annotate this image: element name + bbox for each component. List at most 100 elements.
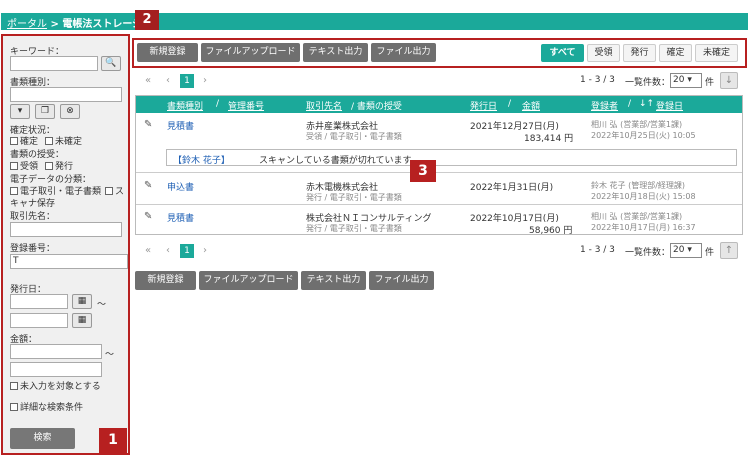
filter-unconfirmed[interactable]: 未確定	[695, 44, 738, 62]
memo-box: 【鈴木 花子】 スキャンしている書類が切れています。	[166, 149, 737, 166]
row-amount: 183,414 円	[524, 134, 574, 144]
edit-icon[interactable]: ✎	[144, 180, 152, 191]
callout-1: 1	[99, 428, 127, 453]
confirm-checkbox[interactable]: 確定	[10, 134, 38, 147]
row-doctype[interactable]: 申込書	[167, 180, 194, 193]
col-mgmt[interactable]: 管理番号	[228, 99, 264, 112]
row-amount: 58,960 円	[529, 226, 573, 236]
row-sub: 発行 / 電子取引・電子書類	[306, 193, 402, 202]
sort-icon[interactable]: ↓↑	[639, 99, 654, 109]
col-registrant[interactable]: 登録者	[591, 99, 618, 112]
callout-3: 3	[410, 160, 436, 182]
per-page-select[interactable]: 20 ▾	[670, 73, 702, 88]
row-sub: 発行 / 電子取引・電子書類	[306, 224, 402, 233]
include-empty-checkbox[interactable]: 未入力を対象とする	[10, 379, 101, 392]
first-page-icon[interactable]: «	[145, 245, 151, 256]
file-export-button[interactable]: ファイル出力	[369, 271, 434, 290]
arrow-down-icon[interactable]: ↓	[720, 72, 738, 89]
text-export-button[interactable]: テキスト出力	[303, 43, 368, 62]
unconfirm-checkbox[interactable]: 未確定	[45, 134, 82, 147]
col-partner[interactable]: 取引先名	[306, 99, 342, 112]
upload-button[interactable]: ファイルアップロード	[199, 271, 298, 290]
per-page-label: 一覧件数：	[625, 78, 671, 88]
new-button[interactable]: 新規登録	[137, 43, 198, 62]
edit-icon[interactable]: ✎	[144, 119, 152, 130]
row-regdate: 2022年10月17日(月) 16:37	[591, 223, 696, 232]
partner-input[interactable]	[10, 222, 122, 237]
range-tilde: ～	[97, 300, 107, 310]
col-issue[interactable]: 発行日	[470, 99, 497, 112]
per-page-label: 一覧件数：	[625, 248, 671, 258]
first-page-icon[interactable]: «	[145, 75, 151, 86]
row-registrant: 相川 弘 (営業部/営業1課)	[591, 212, 683, 221]
calendar-icon[interactable]: ▦	[72, 294, 92, 309]
advanced-checkbox[interactable]: 詳細な検索条件	[10, 400, 83, 413]
prev-page-icon[interactable]: ‹	[166, 75, 170, 86]
clear-icon[interactable]: ⊗	[60, 104, 80, 119]
memo-author[interactable]: 【鈴木 花子】	[173, 153, 230, 166]
row-regdate: 2022年10月25日(火) 10:05	[591, 131, 696, 140]
search-icon[interactable]: 🔍	[101, 56, 121, 71]
issue-date-to-input[interactable]	[10, 313, 68, 328]
toolbar: 新規登録 ファイルアップロード テキスト出力 ファイル出力 すべて 受領 発行 …	[132, 38, 747, 68]
header: ポータル > 電帳法ストレージ 2	[0, 0, 750, 30]
next-page-icon[interactable]: ›	[203, 75, 207, 86]
amount-from-input[interactable]	[10, 344, 102, 359]
row-registrant: 鈴木 花子 (管理部/経理課)	[591, 181, 686, 190]
filter-issued[interactable]: 発行	[623, 44, 656, 62]
keyword-input[interactable]	[10, 56, 98, 71]
col-transfer: / 書類の授受	[351, 102, 402, 112]
filter-received[interactable]: 受領	[587, 44, 620, 62]
arrow-up-icon[interactable]: ↑	[720, 242, 738, 259]
file-export-button[interactable]: ファイル出力	[371, 43, 436, 62]
doctype-input[interactable]	[10, 87, 122, 102]
pager-bottom: « ‹ 1 › 1 - 3 / 3 一覧件数： 20 ▾ 件 ↑	[135, 242, 747, 262]
bottom-toolbar: 新規登録 ファイルアップロード テキスト出力 ファイル出力	[135, 268, 435, 290]
filter-all[interactable]: すべて	[541, 44, 584, 62]
next-page-icon[interactable]: ›	[203, 245, 207, 256]
search-button[interactable]: 検索	[10, 428, 75, 449]
breadcrumb: ポータル > 電帳法ストレージ	[7, 15, 142, 30]
chevron-down-icon[interactable]: ▾	[10, 104, 30, 119]
table-header: 書類種別 / 管理番号 取引先名 / 書類の授受 発行日 / 金額 登録者 / …	[136, 96, 742, 113]
breadcrumb-portal-link[interactable]: ポータル	[7, 19, 47, 30]
row-sub: 受領 / 電子取引・電子書類	[306, 132, 402, 141]
breadcrumb-separator: >	[50, 19, 59, 30]
regno-label: 登録番号：	[10, 244, 56, 254]
col-doctype[interactable]: 書類種別	[167, 99, 203, 112]
scanner-checkbox[interactable]: ス	[105, 184, 124, 197]
partner-label: 取引先名：	[10, 212, 56, 222]
table-row[interactable]: ✎ 申込書 赤木電機株式会社 発行 / 電子取引・電子書類 2022年1月31日…	[136, 174, 742, 205]
col-regdate[interactable]: 登録日	[656, 99, 683, 112]
regno-input[interactable]: T	[10, 254, 128, 269]
page-number[interactable]: 1	[180, 74, 194, 88]
per-page-unit: 件	[705, 248, 715, 258]
calendar-icon[interactable]: ▦	[72, 313, 92, 328]
edit-icon[interactable]: ✎	[144, 211, 152, 222]
document-table: 書類種別 / 管理番号 取引先名 / 書類の授受 発行日 / 金額 登録者 / …	[135, 95, 743, 236]
prev-page-icon[interactable]: ‹	[166, 245, 170, 256]
table-row[interactable]: ✎ 見積書 赤井産業株式会社 受領 / 電子取引・電子書類 2021年12月27…	[136, 113, 742, 173]
received-checkbox[interactable]: 受領	[10, 159, 38, 172]
pager-top: « ‹ 1 › 1 - 3 / 3 一覧件数： 20 ▾ 件 ↓	[135, 72, 747, 92]
issued-checkbox[interactable]: 発行	[45, 159, 73, 172]
memo-text: スキャンしている書類が切れています。	[259, 156, 420, 166]
text-export-button[interactable]: テキスト出力	[301, 271, 366, 290]
row-registrant: 相川 弘 (営業部/営業1課)	[591, 120, 683, 129]
per-page-unit: 件	[705, 78, 715, 88]
amount-to-input[interactable]	[10, 362, 102, 377]
table-row[interactable]: ✎ 見積書 株式会社ＮＩコンサルティング 発行 / 電子取引・電子書類 2022…	[136, 205, 742, 236]
filter-confirmed[interactable]: 確定	[659, 44, 692, 62]
row-doctype[interactable]: 見積書	[167, 211, 194, 224]
per-page-select[interactable]: 20 ▾	[670, 243, 702, 258]
issue-date-from-input[interactable]	[10, 294, 68, 309]
upload-button[interactable]: ファイルアップロード	[201, 43, 300, 62]
new-button[interactable]: 新規登録	[135, 271, 196, 290]
search-sidebar: キーワード： 🔍 書類種別： ▾ ❐ ⊗ 確定状況： 確定 未確定 書類の授受：…	[1, 34, 130, 455]
amount-tilde: ～	[105, 350, 115, 360]
copy-icon[interactable]: ❐	[35, 104, 55, 119]
page-number[interactable]: 1	[180, 244, 194, 258]
row-doctype[interactable]: 見積書	[167, 119, 194, 132]
col-amount[interactable]: 金額	[522, 99, 540, 112]
result-count: 1 - 3 / 3	[580, 75, 615, 85]
